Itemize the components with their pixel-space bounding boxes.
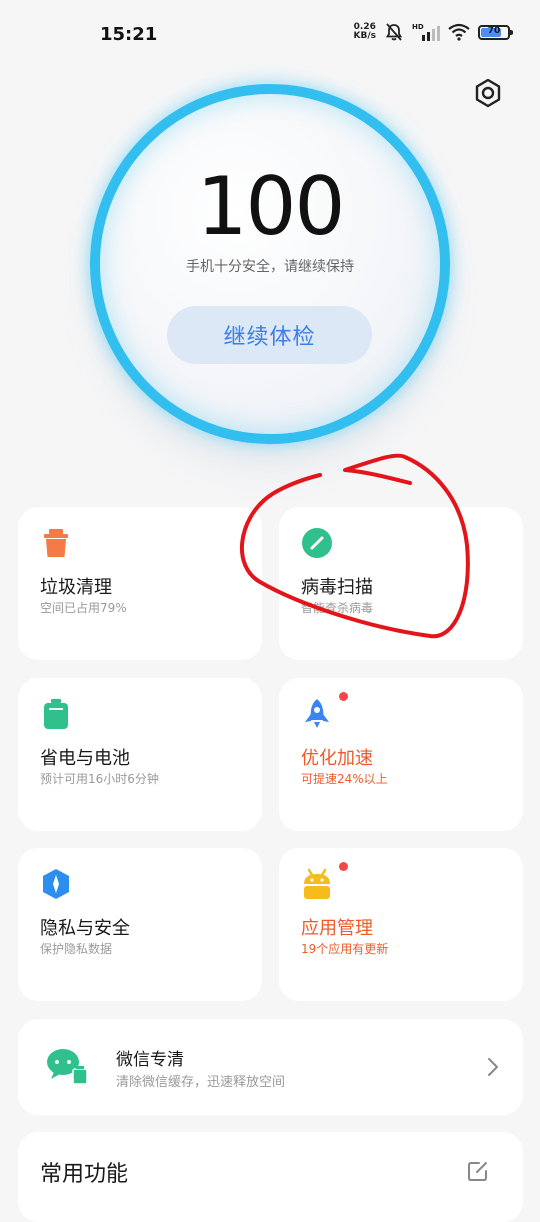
status-time: 15:21	[100, 24, 158, 45]
chevron-right-icon	[488, 1058, 498, 1076]
virus-scan-icon	[302, 528, 332, 558]
signal-icon: HD	[412, 23, 440, 41]
update-badge-dot	[339, 692, 348, 701]
card-title: 隐私与安全	[40, 918, 130, 939]
settings-hexagon-icon	[475, 78, 501, 108]
card-title: 应用管理	[301, 918, 373, 939]
android-icon	[304, 868, 330, 899]
card-subtitle: 19个应用有更新	[301, 942, 389, 956]
network-type-label: HD	[412, 23, 424, 31]
card-title: 病毒扫描	[301, 577, 373, 598]
shield-icon	[43, 869, 69, 899]
net-speed-unit: KB/s	[353, 31, 376, 41]
status-bar: 15:21 0.26 KB/s HD 70	[0, 0, 540, 70]
security-score-subtitle: 手机十分安全，请继续保持	[186, 259, 354, 275]
card-subtitle: 空间已占用79%	[40, 601, 127, 615]
card-subtitle: 智能查杀病毒	[301, 601, 374, 615]
edit-icon[interactable]	[467, 1160, 489, 1182]
card-power-battery[interactable]: 省电与电池 预计可用16小时6分钟	[18, 678, 262, 831]
update-badge-dot	[339, 862, 348, 871]
continue-check-button[interactable]: 继续体检	[167, 306, 372, 364]
rocket-icon	[305, 699, 329, 728]
card-title: 省电与电池	[40, 748, 130, 769]
bell-muted-icon	[385, 23, 403, 41]
wechat-clean-subtitle: 清除微信缓存，迅速释放空间	[116, 1075, 286, 1090]
card-app-management[interactable]: 应用管理 19个应用有更新	[279, 848, 523, 1001]
wechat-clean-row[interactable]: 微信专清 清除微信缓存，迅速释放空间	[18, 1019, 523, 1115]
trash-icon	[44, 529, 68, 557]
card-title: 优化加速	[301, 748, 373, 769]
settings-button[interactable]	[470, 75, 506, 111]
card-subtitle: 保护隐私数据	[40, 942, 113, 956]
security-score: 100	[196, 160, 346, 253]
card-privacy-security[interactable]: 隐私与安全 保护隐私数据	[18, 848, 262, 1001]
card-subtitle: 预计可用16小时6分钟	[40, 772, 159, 786]
wechat-clean-title: 微信专清	[116, 1050, 184, 1070]
card-subtitle: 可提速24%以上	[301, 772, 388, 786]
card-virus-scan[interactable]: 病毒扫描 智能查杀病毒	[279, 507, 523, 660]
card-optimize-speed[interactable]: 优化加速 可提速24%以上	[279, 678, 523, 831]
battery-icon: 70	[478, 24, 513, 40]
battery-icon	[44, 699, 68, 729]
wifi-icon	[448, 23, 470, 41]
card-title: 垃圾清理	[40, 577, 112, 598]
status-icons: 0.26 KB/s HD 70	[354, 22, 513, 42]
card-junk-clean[interactable]: 垃圾清理 空间已占用79%	[18, 507, 262, 660]
net-speed: 0.26 KB/s	[354, 23, 376, 41]
common-functions-title: 常用功能	[40, 1162, 129, 1187]
wechat-clean-icon	[47, 1049, 88, 1085]
battery-level: 70	[487, 25, 501, 36]
